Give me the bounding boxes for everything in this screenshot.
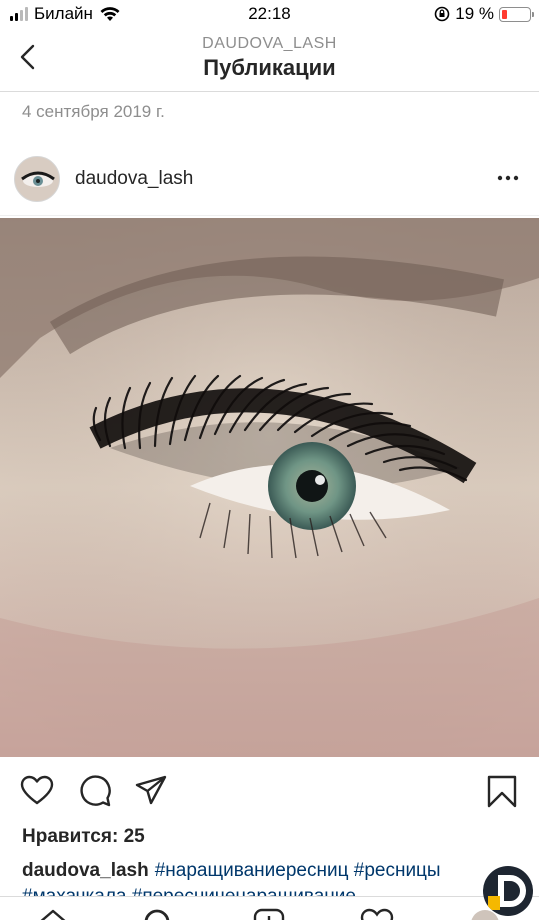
battery-level [502,9,507,19]
navigation-header: DAUDOVA_LASH Публикации [0,30,539,92]
search-icon[interactable] [142,907,176,920]
orientation-lock-icon [434,6,450,22]
caption-hashtags[interactable]: #наращиваниересниц #ресницы [155,860,441,881]
status-right: 19 % [434,4,534,24]
home-icon[interactable] [36,907,70,920]
post-username[interactable]: daudova_lash [75,168,193,190]
post-actions [0,768,539,814]
status-bar: Билайн 22:18 19 % [0,0,539,30]
page-title: Публикации [203,55,336,80]
more-horizontal-icon[interactable] [495,166,521,190]
profile-subtitle: DAUDOVA_LASH [202,35,337,52]
avatar[interactable] [14,156,60,202]
share-icon[interactable] [134,774,168,808]
comment-icon[interactable] [78,774,112,808]
post-date: 4 сентября 2019 г. [22,102,165,121]
battery-percent: 19 % [455,4,494,23]
likes-count[interactable]: Нравится: 25 [22,826,145,848]
bottom-tab-bar [0,896,539,920]
activity-icon[interactable] [360,907,394,920]
bookmark-icon[interactable] [485,774,519,808]
post-header: daudova_lash [0,140,539,216]
eyelash-extension-photo [0,218,539,757]
app-logo-icon [488,875,526,910]
caption-username[interactable]: daudova_lash [22,860,149,881]
add-post-icon[interactable] [252,907,286,920]
battery-icon [499,6,534,22]
heart-icon[interactable] [20,774,54,808]
overlay-app-button[interactable] [483,866,533,916]
post-photo[interactable] [0,218,539,757]
